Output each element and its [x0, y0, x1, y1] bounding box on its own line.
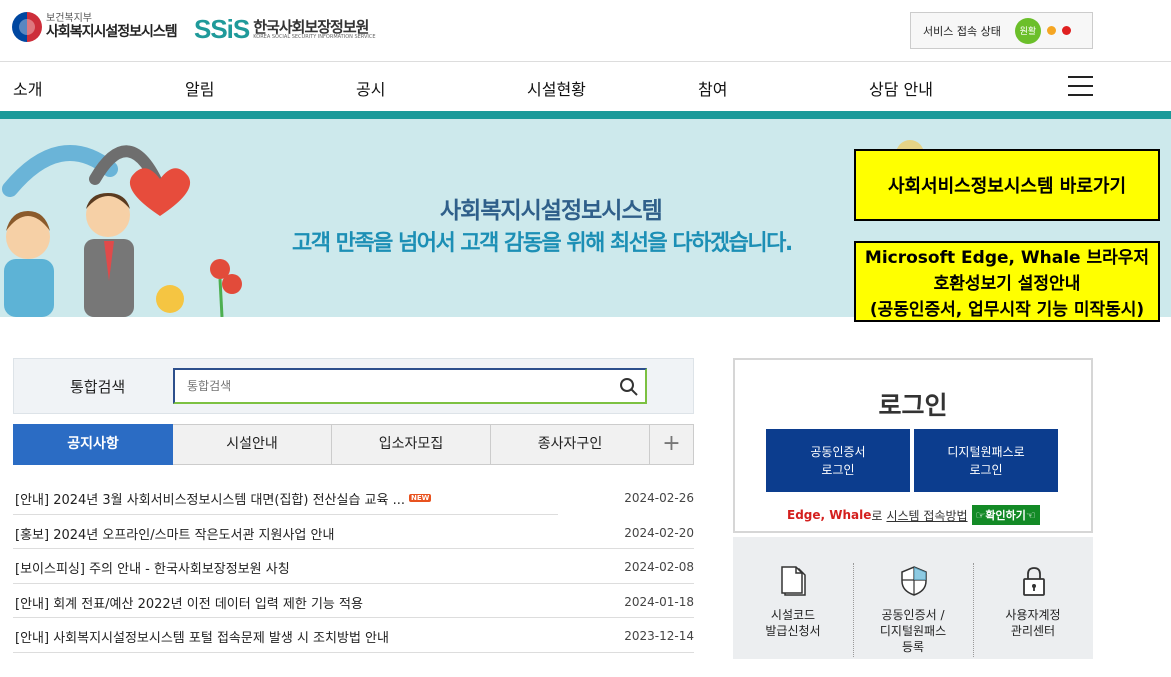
- tab-staff-recruit[interactable]: 종사자구인: [491, 424, 650, 465]
- notice-title[interactable]: [안내] 회계 전표/예산 2022년 이전 데이터 입력 제한 기능 적용: [15, 593, 363, 612]
- status-green-indicator: 원활: [1014, 17, 1041, 44]
- certificate-register-button[interactable]: 공동인증서 / 디지털원패스등록: [853, 537, 973, 659]
- nav-item-participation[interactable]: 참여: [698, 76, 727, 100]
- notice-date: 2024-01-18: [624, 594, 694, 609]
- tab-resident-recruit[interactable]: 입소자모집: [332, 424, 491, 465]
- system-access-link[interactable]: 시스템 접속방법: [886, 507, 967, 524]
- tab-notices[interactable]: 공지사항: [13, 424, 173, 465]
- user-account-center-button[interactable]: 사용자계정관리센터: [973, 537, 1093, 659]
- quick-label-line1: 시설코드: [770, 608, 816, 622]
- service-status-label: 서비스 접속 상태: [923, 24, 1001, 38]
- list-item[interactable]: [안내] 사회복지시설정보시스템 포털 접속문제 발생 시 조치방법 안내 20…: [13, 618, 694, 653]
- status-orange-dot-icon: [1046, 26, 1056, 35]
- notice-date: 2024-02-08: [624, 560, 694, 574]
- ssis-org-name-en: KOREA SOCIAL SECURITY INFORMATION SERVIC…: [253, 34, 376, 40]
- browser-compat-line3: (공동인증서, 업무시작 기능 미작동시): [869, 300, 1145, 320]
- tab-facility-info[interactable]: 시설안내: [173, 424, 332, 465]
- new-badge-icon: NEW: [409, 494, 432, 502]
- board-tabs: 공지사항 시설안내 입소자모집 종사자구인 +: [13, 424, 694, 465]
- browser-compat-line2: 호환성보기 설정안내: [933, 274, 1081, 294]
- quick-label-line2: 발급신청서: [765, 624, 821, 638]
- lock-icon: [1023, 567, 1045, 596]
- ssis-logo[interactable]: SSiS 한국사회보장정보원 KOREA SOCIAL SECURITY INF…: [194, 14, 376, 45]
- ssis-org-name: 한국사회보장정보원: [253, 17, 369, 36]
- social-service-system-link[interactable]: 사회서비스정보시스템 바로가기: [854, 149, 1160, 221]
- more-plus-icon[interactable]: +: [650, 424, 694, 465]
- nav-item-consultation[interactable]: 상담 안내: [869, 76, 933, 100]
- search-icon[interactable]: [619, 377, 639, 397]
- notice-date: 2024-02-20: [624, 525, 694, 540]
- edge-access-note: Edge, Whale 로 시스템 접속방법 ☞확인하기☜: [787, 505, 1040, 525]
- main-nav: 소개 알림 공시 시설현황 참여 상담 안내: [0, 62, 1171, 111]
- quick-label-line1: 공동인증서 /: [881, 608, 945, 622]
- ssis-mark: SSiS: [194, 14, 250, 44]
- document-icon: [781, 566, 806, 596]
- edge-note-particle: 로: [871, 508, 883, 523]
- login-title: 로그인: [878, 391, 948, 420]
- service-status: 서비스 접속 상태 원활: [910, 12, 1093, 49]
- login-panel: 로그인 공동인증서 로그인 디지털원패스로 로그인 Edge, Whale 로 시스…: [733, 358, 1093, 533]
- notice-title[interactable]: [안내] 사회복지시설정보시스템 포털 접속문제 발생 시 조치방법 안내: [15, 627, 389, 646]
- shield-icon: [901, 566, 927, 596]
- list-item[interactable]: [홍보] 2024년 오프라인/스마트 작은도서관 지원사업 안내 2024-0…: [13, 515, 694, 549]
- list-item[interactable]: [안내] 회계 전표/예산 2022년 이전 데이터 입력 제한 기능 적용 2…: [13, 584, 694, 618]
- edge-note-browsers: Edge, Whale: [787, 508, 872, 522]
- browser-compat-line1: Microsoft Edge, Whale 브라우저: [864, 248, 1150, 268]
- nav-item-facility-status[interactable]: 시설현황: [527, 76, 586, 100]
- confirm-button[interactable]: ☞확인하기☜: [971, 505, 1040, 525]
- system-name: 사회복지시설정보시스템: [46, 23, 178, 40]
- browser-compat-guide-link[interactable]: Microsoft Edge, Whale 브라우저 호환성보기 설정안내 (공…: [854, 241, 1160, 322]
- search-input[interactable]: [173, 368, 647, 404]
- banner-title: 사회복지시설정보시스템: [440, 198, 663, 224]
- notice-title[interactable]: [보이스피싱] 주의 안내 - 한국사회보장정보원 사칭: [15, 558, 290, 577]
- list-item[interactable]: [안내] 2024년 3월 사회서비스정보시스템 대면(집합) 전산실습 교육 …: [13, 480, 694, 515]
- facility-code-request-button[interactable]: 시설코드발급신청서: [733, 537, 853, 659]
- digital-onepass-login-button[interactable]: 디지털원패스로 로그인: [914, 429, 1058, 492]
- notice-list: [안내] 2024년 3월 사회서비스정보시스템 대면(집합) 전산실습 교육 …: [13, 480, 694, 653]
- quick-label-line2: 디지털원패스: [879, 624, 947, 638]
- nav-item-disclosure[interactable]: 공시: [356, 76, 385, 100]
- search-label: 통합검색: [70, 378, 126, 396]
- site-header: 보건복지부 사회복지시설정보시스템 SSiS 한국사회보장정보원 KOREA S…: [0, 0, 1171, 62]
- nav-item-intro[interactable]: 소개: [13, 76, 42, 100]
- notice-title[interactable]: [홍보] 2024년 오프라인/스마트 작은도서관 지원사업 안내: [15, 524, 334, 543]
- notice-date: 2023-12-14: [624, 629, 694, 643]
- status-red-dot-icon: [1061, 26, 1071, 35]
- notice-title[interactable]: [안내] 2024년 3월 사회서비스정보시스템 대면(집합) 전산실습 교육 …: [15, 489, 432, 508]
- list-item[interactable]: [보이스피싱] 주의 안내 - 한국사회보장정보원 사칭 2024-02-08: [13, 549, 694, 584]
- menu-icon[interactable]: [1068, 76, 1093, 96]
- taeguk-emblem-icon: [12, 12, 42, 42]
- banner-illustration: [2, 145, 242, 317]
- quick-label-line3: 등록: [901, 640, 925, 654]
- nav-item-notice[interactable]: 알림: [185, 76, 214, 100]
- certificate-login-button[interactable]: 공동인증서 로그인: [766, 429, 910, 492]
- nav-divider: [0, 111, 1171, 119]
- notice-date: 2024-02-26: [624, 491, 694, 505]
- banner-subtitle: 고객 만족을 넘어서 고객 감동을 위해 최선을 다하겠습니다.: [292, 231, 793, 256]
- quick-label-line1: 사용자계정: [1005, 608, 1061, 622]
- quick-label-line2: 관리센터: [1010, 624, 1056, 638]
- quick-menu: 시설코드발급신청서 공동인증서 / 디지털원패스등록 사용자계정관리센터: [733, 537, 1093, 659]
- ministry-logo[interactable]: 보건복지부 사회복지시설정보시스템: [12, 12, 178, 42]
- integrated-search: 통합검색: [13, 358, 694, 414]
